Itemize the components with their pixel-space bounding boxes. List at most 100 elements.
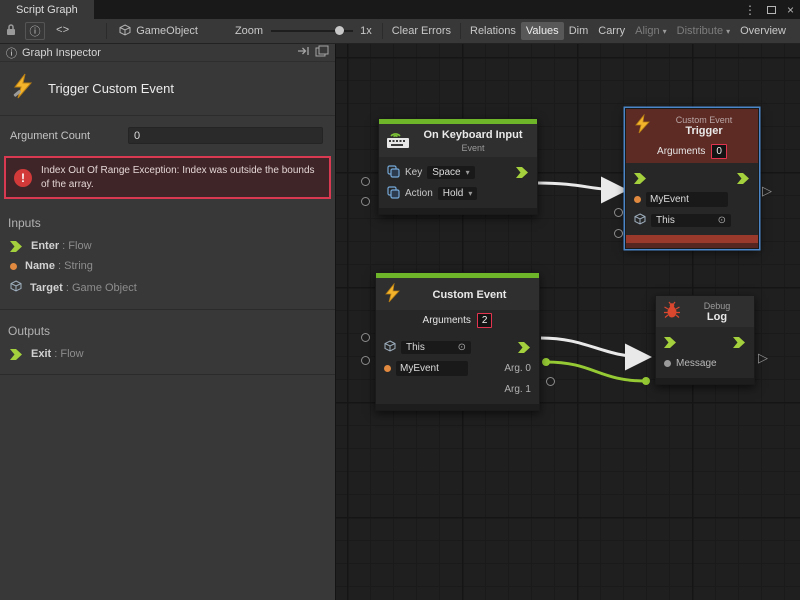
node-footer	[379, 208, 537, 214]
unity-script-graph-window: Script Graph ⋮ × ⓘ <> GameObject Zoom 1x…	[0, 0, 800, 600]
pin-enter: Enter : Flow	[0, 236, 335, 256]
window-controls: ⋮ ×	[744, 0, 794, 19]
flow-input-port[interactable]	[634, 173, 647, 184]
target-row: This⊙	[626, 210, 758, 231]
trigger-target-input-port[interactable]	[614, 229, 623, 238]
flow-row	[626, 168, 758, 189]
node-header-error: Custom Event Trigger	[626, 109, 758, 141]
arguments-label: Arguments	[423, 315, 471, 326]
node-trigger-custom-event[interactable]: Custom Event Trigger Arguments 0	[625, 108, 759, 249]
code-view-icon[interactable]: <>	[51, 22, 74, 40]
action-dropdown[interactable]: Hold▾	[438, 187, 478, 200]
node-debug-log[interactable]: Debug Log Message	[655, 295, 755, 385]
flow-output-port[interactable]	[733, 337, 746, 348]
overview-button[interactable]: Overview	[735, 22, 791, 40]
trigger-name-input-port[interactable]	[614, 208, 623, 217]
node-on-keyboard-input[interactable]: On Keyboard Input Event Key Space▾ Actio…	[378, 118, 538, 215]
node-header: Debug Log	[656, 296, 754, 327]
carry-toggle[interactable]: Carry	[593, 22, 630, 40]
outputs-section-header: Outputs	[0, 310, 335, 344]
zoom-slider[interactable]	[271, 30, 353, 32]
event-name-input[interactable]	[396, 361, 468, 376]
maximize-icon[interactable]	[767, 6, 776, 14]
arg1-output-port[interactable]	[546, 377, 555, 386]
node-title: Trigger	[657, 125, 751, 137]
node-body: This⊙ Arg. 0 Arg. 1	[376, 332, 539, 404]
gameobject-cube-icon	[10, 280, 22, 295]
action-input-port[interactable]	[361, 197, 370, 206]
zoom-value: 1x	[360, 25, 372, 37]
event-name-input-port[interactable]	[361, 356, 370, 365]
graph-inspector-title: Graph Inspector	[22, 47, 101, 59]
action-port-row: Action Hold▾	[379, 183, 537, 204]
zoom-label: Zoom	[235, 25, 263, 37]
arguments-count-badge[interactable]: 2	[477, 313, 493, 328]
lightning-bolt-icon	[10, 73, 36, 104]
section-divider	[0, 374, 335, 375]
flow-continuation-icon: ▷	[758, 351, 768, 364]
close-icon[interactable]: ×	[787, 3, 794, 17]
node-header: Custom Event	[376, 278, 539, 310]
string-port-icon	[384, 365, 391, 372]
message-port-icon	[664, 360, 671, 367]
key-port-row: Key Space▾	[379, 162, 537, 183]
node-title: Custom Event	[407, 289, 532, 301]
key-dropdown[interactable]: Space▾	[427, 166, 474, 179]
lock-icon[interactable]	[5, 23, 17, 39]
event-name-input[interactable]	[646, 192, 728, 207]
flow-input-port[interactable]	[664, 337, 677, 348]
zoom-slider-knob[interactable]	[335, 26, 344, 35]
string-port-icon	[634, 196, 641, 203]
connection-keyboard-to-trigger[interactable]	[538, 183, 622, 190]
panel-dock-icon[interactable]	[297, 46, 310, 59]
gameobject-target-button[interactable]: GameObject	[131, 22, 203, 40]
menu-dots-icon[interactable]: ⋮	[744, 3, 756, 17]
argument-count-label: Argument Count	[10, 130, 128, 142]
graph-canvas[interactable]: On Keyboard Input Event Key Space▾ Actio…	[336, 44, 800, 600]
inputs-section-header: Inputs	[0, 202, 335, 236]
flow-row	[656, 332, 754, 353]
arguments-count-row: Arguments 2	[376, 310, 539, 332]
connection-arg0-to-message[interactable]	[546, 362, 646, 381]
key-input-port[interactable]	[361, 177, 370, 186]
node-header: On Keyboard Input Event	[379, 124, 537, 157]
node-custom-event[interactable]: Custom Event Arguments 2 This⊙ Arg. 0	[375, 272, 540, 411]
node-category: Debug	[687, 301, 747, 311]
object-picker-icon[interactable]: ⊙	[458, 342, 466, 353]
panel-options-icon[interactable]	[315, 45, 329, 60]
node-footer	[376, 404, 539, 410]
arg0-output-label: Arg. 0	[504, 363, 531, 374]
connection-arguments-to-log[interactable]	[541, 338, 646, 357]
relations-toggle[interactable]: Relations	[465, 22, 521, 40]
inspector-toggle-button[interactable]: ⓘ	[25, 22, 45, 40]
target-object-field[interactable]: This⊙	[401, 341, 471, 354]
flow-output-port[interactable]	[518, 342, 531, 353]
tab-script-graph[interactable]: Script Graph	[0, 0, 94, 19]
arguments-count-row: Arguments 0	[626, 141, 758, 163]
flow-output-port[interactable]	[516, 167, 529, 178]
arguments-label: Arguments	[657, 146, 705, 157]
error-bar	[626, 235, 758, 243]
flow-continuation-icon: ▷	[762, 184, 772, 197]
target-object-field[interactable]: This⊙	[651, 214, 731, 227]
clear-errors-button[interactable]: Clear Errors	[387, 22, 456, 40]
arguments-count-badge[interactable]: 0	[711, 144, 727, 159]
gameobject-icon	[119, 24, 131, 39]
keyboard-event-icon	[386, 130, 410, 152]
distribute-dropdown[interactable]: Distribute▾	[672, 22, 735, 40]
flow-output-port[interactable]	[737, 173, 750, 184]
values-toggle[interactable]: Values	[521, 22, 564, 40]
node-category: Custom Event	[657, 115, 751, 125]
dim-toggle[interactable]: Dim	[564, 22, 594, 40]
flow-arrow-icon	[10, 349, 23, 360]
object-picker-icon[interactable]: ⊙	[718, 215, 726, 226]
arg1-row: Arg. 1	[376, 379, 539, 400]
align-dropdown[interactable]: Align▾	[630, 22, 671, 40]
target-row: This⊙	[376, 337, 539, 358]
value-connection-endpoint	[542, 358, 550, 366]
event-target-input-port[interactable]	[361, 333, 370, 342]
toolbar-separator	[460, 23, 461, 39]
toolbar-separator	[382, 23, 383, 39]
keycap-icon	[387, 186, 400, 202]
argument-count-input[interactable]	[128, 127, 323, 144]
